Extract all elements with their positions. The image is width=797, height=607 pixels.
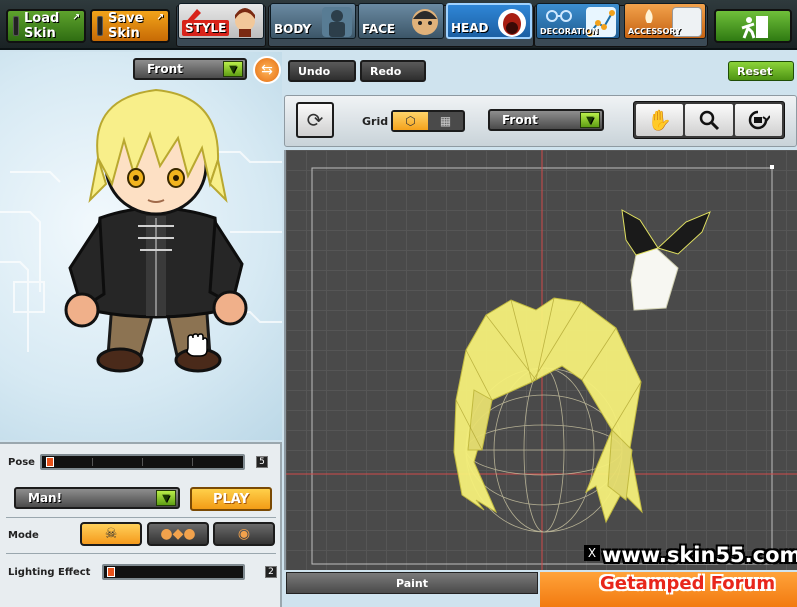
lighting-label: Lighting Effect	[8, 567, 91, 578]
chevron-down-icon: ▼	[156, 490, 176, 506]
mode-joints-button[interactable]: ●◆●	[147, 522, 209, 546]
glasses-icon	[546, 10, 572, 22]
mode-label: Mode	[8, 530, 39, 541]
external-arrow-icon: ↗	[72, 13, 80, 23]
slider-tick	[142, 458, 143, 466]
tab-body[interactable]: BODY	[270, 3, 356, 39]
external-arrow-icon: ↗	[156, 13, 164, 23]
joints-icon: ●◆●	[160, 526, 196, 542]
pan-button[interactable]: ✋	[636, 104, 684, 136]
reset-button[interactable]: Reset	[728, 61, 794, 81]
editor-view-value: Front	[502, 113, 538, 127]
swap-view-icon: ⇆	[261, 62, 273, 78]
load-skin-button[interactable]: Load Skin ↗	[6, 9, 86, 43]
redo-button[interactable]: Redo	[360, 60, 426, 82]
pose-select[interactable]: Man! ▼	[14, 487, 180, 509]
editor-canvas[interactable]	[284, 150, 797, 570]
rotate-camera-button[interactable]	[734, 104, 782, 136]
mode-shaded-button[interactable]: ◉	[213, 522, 275, 546]
skeleton-icon: ☠	[104, 526, 118, 542]
close-watermark-button[interactable]: X	[584, 545, 600, 561]
rotate-model-button[interactable]: ⟳	[296, 102, 334, 138]
body-icon	[322, 7, 352, 37]
editor-view-select[interactable]: Front ▼	[488, 109, 604, 131]
tab-accessory-label: ACCESSORY	[628, 27, 681, 36]
grid-hex-icon[interactable]: ⬡	[393, 112, 428, 130]
save-skin-button[interactable]: Save Skin ↗	[90, 9, 170, 43]
lighting-slider[interactable]	[102, 564, 245, 580]
view-tool-group: ✋	[633, 101, 785, 139]
paint-tab[interactable]: Paint	[286, 572, 538, 594]
bounds-handle	[770, 165, 774, 169]
slider-tick	[192, 458, 193, 466]
tab-style[interactable]: STYLE	[178, 3, 264, 39]
pose-value: 5	[256, 456, 268, 468]
face-icon	[412, 9, 438, 35]
tab-face-label: FACE	[362, 22, 396, 36]
exit-icon	[741, 16, 768, 39]
divider	[6, 553, 276, 554]
pose-label: Pose	[8, 457, 35, 468]
clip-mesh-white	[630, 247, 679, 311]
hand-icon: ✋	[647, 108, 673, 132]
pose-slider[interactable]	[40, 454, 245, 470]
close-icon: X	[587, 546, 597, 560]
tab-decoration-label: DECORATION	[540, 27, 599, 36]
undo-button[interactable]: Undo	[288, 60, 356, 82]
zoom-button[interactable]	[685, 104, 733, 136]
redo-label: Redo	[370, 64, 402, 78]
play-button[interactable]: PLAY	[190, 487, 272, 511]
tab-head[interactable]: HEAD	[446, 3, 532, 39]
zoom-icon	[699, 110, 720, 131]
undo-label: Undo	[298, 64, 331, 78]
flame-icon	[645, 9, 653, 23]
view-toggle-button[interactable]: ⇆	[253, 56, 281, 84]
watermark-url: www.skin55.com	[602, 543, 797, 567]
bow-mesh	[621, 209, 711, 256]
character-model[interactable]	[60, 88, 250, 388]
watermark-forum: Getamped Forum	[600, 573, 776, 594]
tab-decoration[interactable]: DECORATION	[536, 3, 620, 39]
tab-accessory[interactable]: ACCESSORY	[624, 3, 706, 39]
tab-face[interactable]: FACE	[358, 3, 444, 39]
pose-slider-knob[interactable]	[46, 457, 54, 467]
exit-button[interactable]	[714, 9, 792, 43]
chevron-down-icon: ▼	[580, 112, 600, 128]
chevron-down-icon: ▼	[223, 61, 243, 77]
save-marker-icon	[97, 16, 103, 36]
preview-view-value: Front	[147, 62, 183, 76]
lighting-value: 2	[265, 566, 277, 578]
mode-skeleton-button[interactable]: ☠	[80, 522, 142, 546]
wireframe-viewport[interactable]	[286, 150, 797, 570]
load-marker-icon	[13, 16, 19, 36]
slider-tick	[92, 458, 93, 466]
rotate-camera-icon	[749, 110, 771, 130]
rotate-model-icon: ⟳	[306, 108, 324, 132]
lighting-slider-knob[interactable]	[107, 567, 115, 577]
style-icon	[235, 8, 255, 37]
shaded-icon: ◉	[237, 526, 251, 542]
grid-toggle[interactable]: ⬡ ▦	[391, 110, 465, 132]
tab-body-label: BODY	[274, 22, 312, 36]
grid-square-icon[interactable]: ▦	[428, 112, 463, 130]
grid-label: Grid	[362, 115, 389, 128]
tab-head-label: HEAD	[451, 21, 489, 35]
paint-tab-label: Paint	[395, 576, 429, 590]
preview-view-select[interactable]: Front ▼	[133, 58, 247, 80]
reset-label: Reset	[737, 64, 773, 78]
tab-style-label: STYLE	[182, 20, 230, 36]
head-icon	[498, 9, 526, 37]
divider	[6, 517, 276, 518]
play-label: PLAY	[212, 491, 250, 507]
pose-select-value: Man!	[28, 491, 63, 505]
